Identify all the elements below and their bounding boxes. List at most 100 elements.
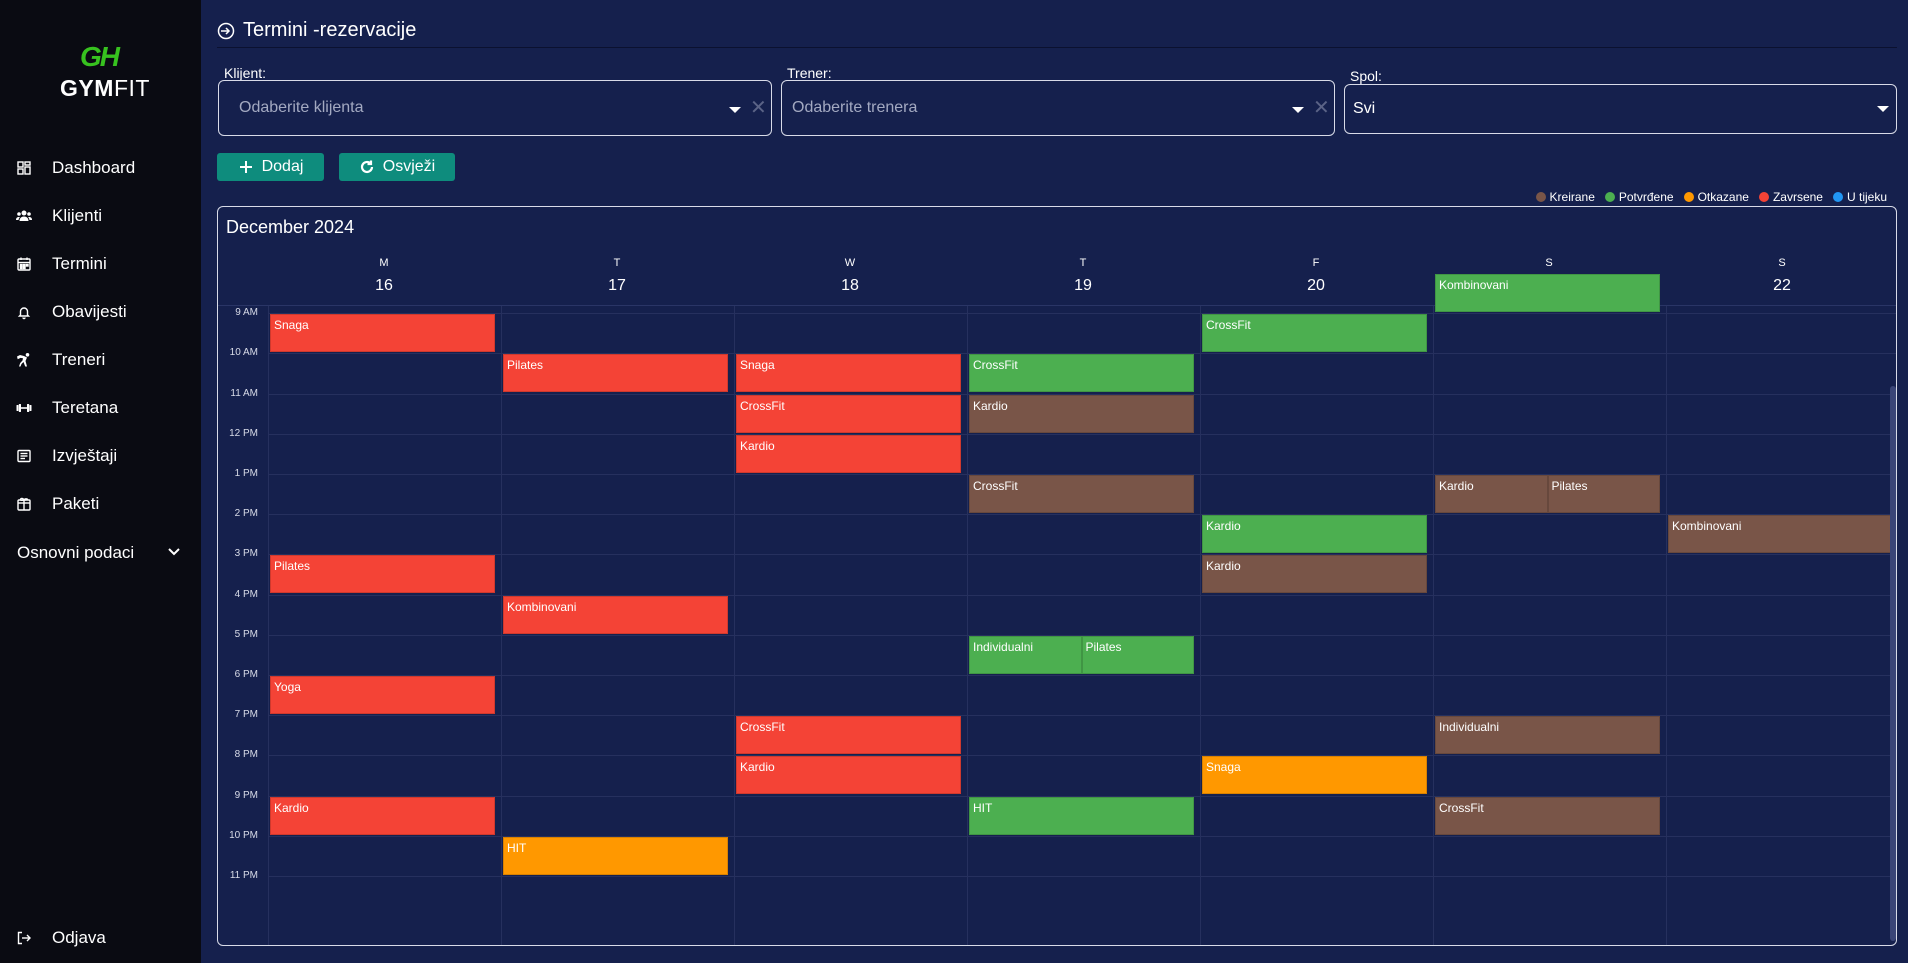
time-label: 4 PM [234, 588, 258, 600]
sidebar-item-izvjestaji[interactable]: Izvještaji [14, 438, 194, 474]
chevron-down-icon[interactable] [1292, 107, 1304, 113]
client-select[interactable]: Odaberite klijenta ✕ [218, 80, 772, 136]
calendar-event[interactable]: Snaga [1202, 756, 1427, 795]
trainer-select[interactable]: Odaberite trenera ✕ [781, 80, 1335, 136]
sidebar-item-termini[interactable]: Termini [14, 246, 194, 282]
day-header[interactable]: T 19 [967, 257, 1199, 295]
day-of-week: S [1545, 257, 1553, 269]
chevron-down-icon[interactable] [1877, 106, 1889, 112]
sidebar-item-label: Dashboard [52, 158, 136, 177]
calendar-event[interactable]: CrossFit [1435, 796, 1660, 835]
calendar-event[interactable]: Pilates [503, 354, 728, 393]
time-label: 10 AM [229, 347, 258, 359]
calendar-event[interactable]: CrossFit [736, 716, 961, 755]
logout-label: Odjava [52, 928, 106, 947]
calendar-event[interactable]: Pilates [1547, 475, 1660, 513]
calendar-event[interactable]: Kombinovani [1435, 274, 1660, 312]
time-label: 11 PM [229, 870, 258, 881]
calendar-icon [14, 256, 52, 272]
legend-item-otkazane: Otkazane [1683, 190, 1749, 204]
sidebar-item-teretana[interactable]: Teretana [14, 390, 194, 426]
refresh-button[interactable]: Osvježi [339, 153, 455, 181]
logout-button[interactable]: Odjava [14, 920, 194, 956]
grid-vline [734, 306, 735, 945]
day-of-week: T [1079, 257, 1087, 269]
legend-dot [1535, 192, 1546, 202]
legend-item-kreirane: Kreirane [1535, 190, 1595, 204]
day-header[interactable]: T 17 [501, 257, 733, 295]
day-of-week: F [1312, 257, 1320, 269]
legend-item-u-tijeku: U tijeku [1832, 190, 1887, 204]
calendar-event[interactable]: Kardio [270, 796, 495, 835]
day-header[interactable]: S 22 [1666, 257, 1896, 295]
calendar-event[interactable]: Individualni [1435, 716, 1660, 755]
day-of-week: S [1778, 257, 1786, 269]
sidebar-item-label: Paketi [52, 494, 100, 513]
calendar-event[interactable]: Kardio [1435, 475, 1548, 513]
legend-dot [1683, 192, 1694, 202]
sidebar-group-osnovni-podaci[interactable]: Osnovni podaci [17, 535, 182, 571]
calendar-event[interactable]: Kardio [1202, 555, 1427, 594]
calendar-event[interactable]: HIT [503, 836, 728, 875]
chevron-down-icon[interactable] [729, 107, 741, 113]
calendar-event[interactable]: CrossFit [1202, 314, 1427, 353]
gymfit-logo[interactable]: GH GYMFIT [50, 43, 160, 104]
day-header[interactable]: F 20 [1200, 257, 1432, 295]
grid-vline [1666, 306, 1667, 945]
trainer-icon [14, 352, 52, 368]
calendar-event[interactable]: CrossFit [736, 394, 961, 433]
logo-text: GYMFIT [60, 75, 150, 101]
chevron-down-icon [166, 543, 182, 564]
calendar-event[interactable]: Kombinovani [503, 595, 728, 634]
legend-item-potvrdjene: Potvrđene [1604, 190, 1674, 204]
week-calendar: December 2024 M16T17W18T19F20S21S22 9 AM… [217, 206, 1897, 946]
calendar-event[interactable]: Kardio [969, 394, 1194, 433]
sidebar: GH GYMFIT Dashboard Klijenti Termini Oba… [0, 0, 201, 963]
page-header: Termini -rezervacije [217, 14, 1897, 48]
calendar-event[interactable]: Kombinovani [1668, 515, 1893, 554]
add-button-label: Dodaj [261, 158, 304, 175]
clear-icon[interactable]: ✕ [750, 98, 767, 118]
calendar-grid: 9 AM 10 AM 11 AM 12 PM 1 PM 2 PM 3 PM 4 PM 5 PM 6… [218, 274, 1896, 945]
calendar-event[interactable]: Kardio [736, 434, 961, 473]
time-label: 9 AM [235, 307, 258, 319]
sidebar-item-paketi[interactable]: Paketi [14, 486, 194, 522]
refresh-button-label: Osvježi [382, 158, 436, 175]
time-label: 11 AM [230, 387, 258, 399]
calendar-event[interactable]: CrossFit [969, 354, 1194, 393]
sidebar-group-label: Osnovni podaci [17, 543, 135, 562]
calendar-event[interactable]: Snaga [270, 314, 495, 353]
calendar-event[interactable]: HIT [969, 796, 1194, 835]
day-header[interactable]: M 16 [268, 257, 500, 295]
status-legend: Kreirane Potvrđene Otkazane Zavrsene U t… [1535, 190, 1887, 204]
sidebar-item-dashboard[interactable]: Dashboard [14, 150, 194, 186]
time-label: 1 PM [234, 468, 258, 479]
calendar-event[interactable]: CrossFit [969, 475, 1194, 513]
calendar-event[interactable]: Kardio [736, 756, 961, 795]
clear-icon[interactable]: ✕ [1313, 98, 1330, 118]
day-number: 16 [375, 277, 393, 294]
refresh-icon [360, 160, 373, 174]
day-of-week: M [379, 257, 389, 269]
add-button[interactable]: Dodaj [217, 153, 324, 181]
sidebar-item-obavijesti[interactable]: Obavijesti [14, 294, 194, 330]
grid-hline [268, 554, 1896, 556]
grid-hline [268, 313, 1896, 315]
grid-vline [268, 306, 269, 945]
calendar-scrollbar[interactable] [1890, 386, 1896, 941]
calendar-event[interactable]: Kardio [1202, 515, 1427, 554]
grid-vline [1200, 306, 1201, 945]
day-header[interactable]: W 18 [734, 257, 966, 295]
sidebar-item-klijenti[interactable]: Klijenti [14, 198, 194, 234]
users-icon [14, 208, 52, 224]
time-label: 6 PM [234, 669, 258, 680]
sidebar-item-treneri[interactable]: Treneri [14, 342, 194, 378]
gender-select[interactable]: Svi [1344, 84, 1897, 134]
page-title: Termini -rezervacije [243, 19, 417, 41]
calendar-event[interactable]: Pilates [270, 555, 495, 594]
calendar-event[interactable]: Individualni [969, 635, 1082, 674]
client-placeholder: Odaberite klijenta [239, 99, 364, 116]
calendar-event[interactable]: Pilates [1081, 635, 1194, 674]
calendar-event[interactable]: Snaga [736, 354, 961, 393]
calendar-event[interactable]: Yoga [270, 676, 495, 714]
